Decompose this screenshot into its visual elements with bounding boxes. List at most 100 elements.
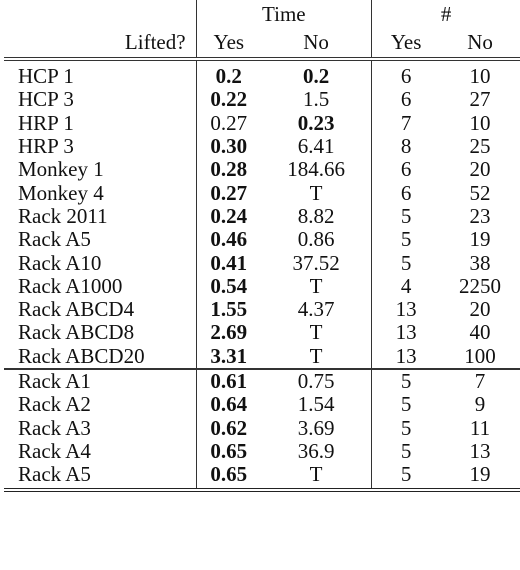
cell-instance: Rack A10 <box>18 250 102 275</box>
cell-count-yes: 13 <box>371 297 441 322</box>
cell-count-yes: 7 <box>371 111 441 135</box>
cell-time-yes: 0.27 <box>195 181 262 205</box>
cell-count-no: 100 <box>464 343 496 368</box>
table-row: Rack ABCD8 2.69 T 13 40 <box>4 320 520 345</box>
table-section-1: HCP 1 0.2 0.2 6 10 HCP 3 0.22 1.5 6 27 HRP 1 0.27 0.… <box>4 59 520 369</box>
cell-time-no: 1.54 <box>297 392 335 417</box>
table-header: Time # Lifted? Yes No Yes No <box>4 0 520 59</box>
cell-count-yes: 5 <box>371 416 441 440</box>
cell-count-yes: 6 <box>371 181 441 205</box>
table-row: HCP 3 0.22 1.5 6 27 <box>4 87 520 112</box>
cell-time-yes: 1.55 <box>195 297 262 322</box>
cell-count-yes: 5 <box>371 228 441 252</box>
cell-count-yes: 6 <box>371 88 441 112</box>
table-row: Rack 2011 0.24 8.82 5 23 <box>4 203 520 229</box>
cell-time-no: 0.23 <box>297 110 335 135</box>
cell-time-no: 0.75 <box>297 369 335 393</box>
table-row: Monkey 4 0.27 T 6 52 <box>4 180 520 205</box>
table-row: Rack A10 0.41 37.52 5 38 <box>4 250 520 275</box>
cell-count-no: 2250 <box>459 273 502 298</box>
cell-count-no: 10 <box>469 64 491 89</box>
cell-time-no: 8.82 <box>297 203 335 228</box>
cell-count-no: 9 <box>474 392 486 417</box>
cell-time-yes: 0.61 <box>195 368 262 394</box>
cell-time-yes: 3.31 <box>195 344 262 369</box>
cell-time-no: 1.5 <box>302 87 330 112</box>
cell-time-no: 0.2 <box>302 64 330 89</box>
cell-count-no: 11 <box>469 415 491 440</box>
header-group-count: # <box>371 0 520 27</box>
cell-count-yes: 8 <box>371 134 441 159</box>
cell-instance: Rack ABCD4 <box>18 297 135 322</box>
cell-time-no: T <box>309 343 323 368</box>
table-row: Rack A4 0.65 36.9 5 13 <box>4 438 520 464</box>
cell-count-no: 19 <box>469 462 491 487</box>
cell-count-no: 23 <box>469 203 491 228</box>
cell-time-yes: 2.69 <box>195 321 262 345</box>
table-row: Rack A2 0.64 1.54 5 9 <box>4 392 520 417</box>
cell-instance: Monkey 1 <box>18 157 104 182</box>
header-count-yes: Yes <box>371 27 441 59</box>
cell-instance: Rack ABCD8 <box>18 320 135 345</box>
cell-count-no: 25 <box>469 134 491 159</box>
cell-instance: HRP 1 <box>18 110 74 135</box>
cell-time-no: T <box>309 320 323 345</box>
cell-count-no: 40 <box>469 320 491 345</box>
header-time-no: No <box>303 29 329 54</box>
table-row: Rack A1000 0.54 T 4 2250 <box>4 273 520 298</box>
cell-instance: Monkey 4 <box>18 180 104 205</box>
cell-time-no: 4.37 <box>297 297 335 322</box>
cell-time-yes: 0.54 <box>195 274 262 298</box>
cell-count-no: 20 <box>469 297 491 322</box>
cell-count-yes: 5 <box>371 204 441 229</box>
table-row: Rack A5 0.46 0.86 5 19 <box>4 227 520 252</box>
table-row: HRP 3 0.30 6.41 8 25 <box>4 134 520 159</box>
cell-instance: Rack 2011 <box>18 203 108 228</box>
cell-count-yes: 13 <box>371 344 441 369</box>
cell-count-no: 20 <box>469 157 491 182</box>
cell-instance: HRP 3 <box>18 134 74 159</box>
cell-time-yes: 0.30 <box>195 134 262 159</box>
cell-time-no: 0.86 <box>297 227 335 252</box>
table-row: Rack ABCD20 3.31 T 13 100 <box>4 343 520 369</box>
cell-time-yes: 0.65 <box>195 439 262 464</box>
cell-time-yes: 0.27 <box>195 111 262 135</box>
cell-time-yes: 0.65 <box>195 463 262 491</box>
results-table: Time # Lifted? Yes No Yes No HCP 1 0.2 0.2… <box>4 0 520 493</box>
table-row: Rack A3 0.62 3.69 5 11 <box>4 415 520 440</box>
cell-count-yes: 5 <box>371 368 441 394</box>
cell-time-yes: 0.41 <box>195 251 262 275</box>
cell-count-no: 7 <box>474 369 486 393</box>
cell-count-yes: 4 <box>371 274 441 298</box>
cell-instance: Rack A1 <box>18 369 91 393</box>
table-row: Rack ABCD4 1.55 4.37 13 20 <box>4 297 520 322</box>
header-empty-cell <box>4 0 196 27</box>
cell-count-no: 52 <box>469 180 491 205</box>
cell-count-yes: 5 <box>371 439 441 464</box>
cell-count-yes: 6 <box>371 158 441 182</box>
cell-instance: Rack A5 <box>18 462 91 487</box>
table-row: HRP 1 0.27 0.23 7 10 <box>4 110 520 135</box>
header-group-time: Time <box>195 0 372 27</box>
table-figure: Time # Lifted? Yes No Yes No HCP 1 0.2 0.2… <box>0 0 520 570</box>
cell-instance: Rack A4 <box>18 438 91 463</box>
cell-time-yes: 0.46 <box>195 228 262 252</box>
cell-time-yes: 0.62 <box>195 416 262 440</box>
cell-time-yes: 0.64 <box>195 393 262 417</box>
cell-instance: Rack A5 <box>18 227 91 252</box>
table-row: Rack A1 0.61 0.75 5 7 <box>4 368 520 394</box>
table-row: Monkey 1 0.28 184.66 6 20 <box>4 157 520 182</box>
header-time-yes: Yes <box>195 27 262 59</box>
cell-count-yes: 5 <box>371 463 441 491</box>
cell-time-yes: 0.2 <box>195 59 262 89</box>
table-row: HCP 1 0.2 0.2 6 10 <box>4 59 520 89</box>
cell-instance: Rack A2 <box>18 392 91 417</box>
header-group-row: Time # <box>4 0 520 27</box>
cell-time-yes: 0.28 <box>195 158 262 182</box>
cell-time-yes: 0.24 <box>195 204 262 229</box>
cell-time-no: 36.9 <box>297 438 335 463</box>
cell-time-no: T <box>309 462 323 487</box>
header-count-no: No <box>467 29 493 54</box>
cell-time-no: 184.66 <box>287 157 345 182</box>
cell-count-yes: 5 <box>371 393 441 417</box>
